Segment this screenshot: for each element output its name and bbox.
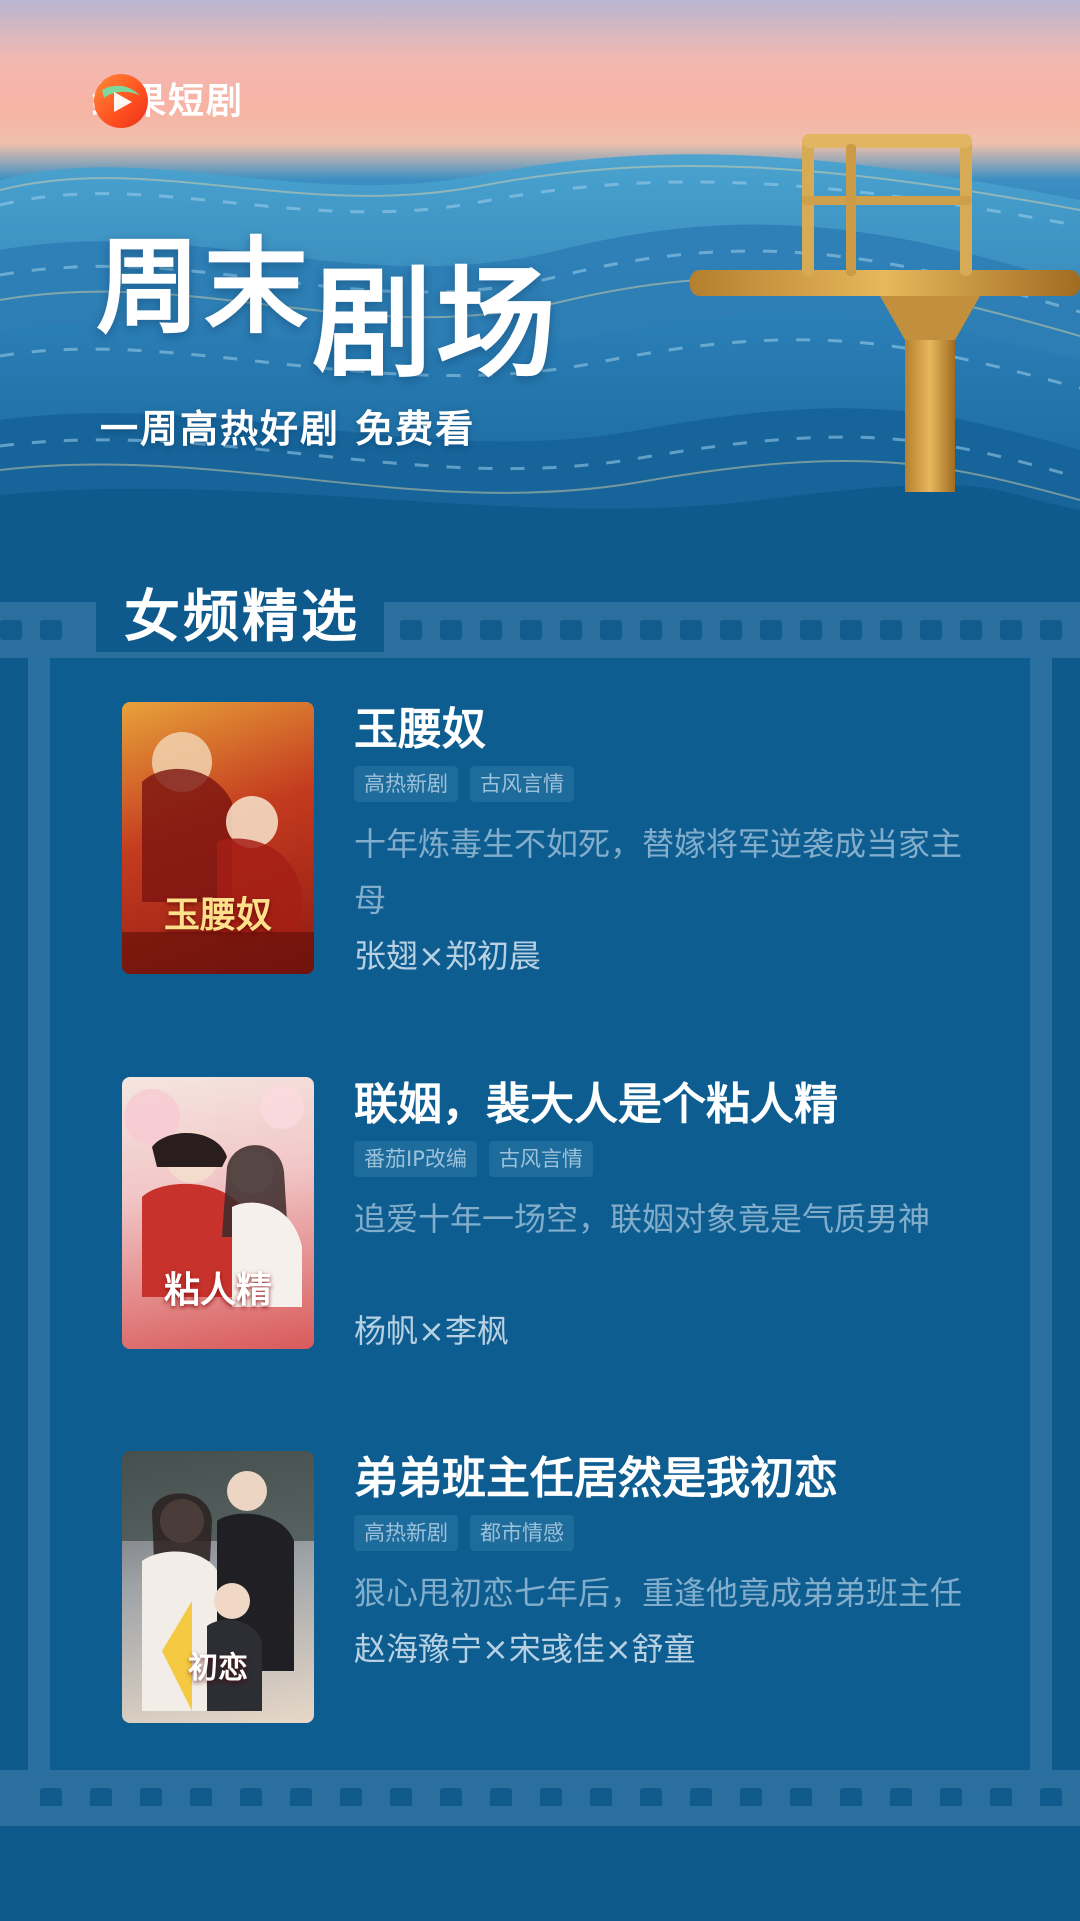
film-strip-bottom [0,1770,1080,1826]
hero-title-part1: 周末 [96,225,313,348]
tag: 古风言情 [488,1141,593,1177]
drama-description: 追爱十年一场空，联姻对象竟是气质男神 [354,1200,931,1238]
poster-title: 初恋 [188,1651,248,1686]
drama-cast: 张翅×郑初晨 [354,937,541,975]
hero-title-part2: 剧场 [312,253,561,394]
tag: 高热新剧 [354,1515,458,1551]
film-side-left [28,658,50,1770]
drama-tags: 高热新剧 古风言情 [354,766,974,802]
drama-title[interactable]: 联姻，裴大人是个粘人精 [354,1077,974,1133]
film-perforations-bottom [40,1788,1062,1806]
drama-info: 玉腰奴 高热新剧 古风言情 十年炼毒生不如死，替嫁将军逆袭成当家主母 张翅×郑初… [354,702,974,984]
poster-title: 粘人精 [163,1269,272,1311]
drama-tags: 番茄IP改编 古风言情 [354,1141,974,1177]
drama-title[interactable]: 弟弟班主任居然是我初恋 [354,1451,974,1507]
tag: 都市情感 [470,1515,574,1551]
drama-poster[interactable]: 初恋 [122,1451,314,1723]
drama-description: 狠心甩初恋七年后，重逢他竟成弟弟班主任 [354,1574,963,1612]
drama-poster[interactable]: 粘人精 [122,1077,314,1349]
hero-title: 周末剧场 [96,222,560,384]
tag: 番茄IP改编 [354,1141,477,1177]
poster-title: 玉腰奴 [163,894,272,936]
drama-cast: 杨帆×李枫 [354,1312,509,1350]
section-title: 女频精选 [96,582,384,652]
play-logo-icon [94,74,148,128]
hero-banner: 红果短剧 周末剧场 一周高热好剧 免费看 [0,0,1080,600]
tag: 古风言情 [470,766,574,802]
brand-header: 红果短剧 [92,72,244,128]
tag: 高热新剧 [354,766,458,802]
drama-info: 弟弟班主任居然是我初恋 高热新剧 都市情感 狠心甩初恋七年后，重逢他竟成弟弟班主… [354,1451,974,1677]
drama-poster[interactable]: 玉腰奴 [122,702,314,974]
drama-title[interactable]: 玉腰奴 [354,702,974,758]
hero-subtitle: 一周高热好剧 免费看 [100,407,476,451]
drama-info: 联姻，裴大人是个粘人精 番茄IP改编 古风言情 追爱十年一场空，联姻对象竟是气质… [354,1077,974,1359]
drama-tags: 高热新剧 都市情感 [354,1515,974,1551]
drama-description: 十年炼毒生不如死，替嫁将军逆袭成当家主母 [354,825,963,919]
film-side-right [1030,658,1052,1770]
drama-cast: 赵海豫宁×宋彧佳×舒童 [354,1630,696,1668]
